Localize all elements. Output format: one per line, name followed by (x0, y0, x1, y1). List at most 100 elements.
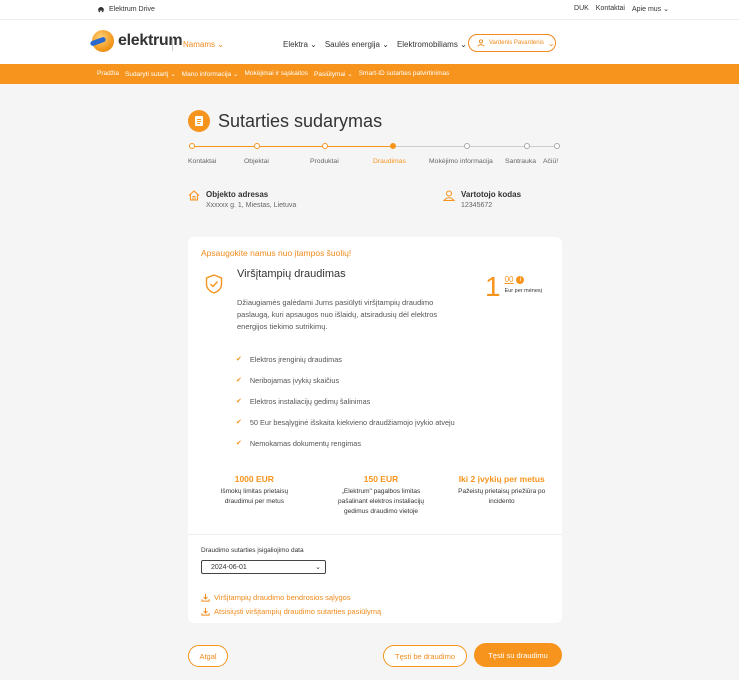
user-icon (443, 190, 455, 201)
duk-link[interactable]: DUK (574, 5, 589, 13)
step-dot-produktai (322, 143, 328, 149)
document-icon (188, 110, 210, 132)
info-icon[interactable]: i (516, 275, 525, 284)
stat-limit: 1000 EUR Išmokų limitas prietaisų draudi… (188, 474, 321, 517)
nav-elektromobiliams[interactable]: Elektromobiliams ⌄ (397, 40, 467, 49)
back-button[interactable]: Atgal (188, 645, 228, 667)
feature-text: Elektros instaliacijų gedimų šalinimas (249, 397, 371, 406)
chevron-down-icon: ⌄ (315, 564, 321, 571)
download-icon (201, 593, 210, 602)
page-header: Sutarties sudarymas (188, 110, 382, 132)
nav-pasiulymai-label: Pasiūlymai (314, 71, 346, 78)
stat-desc: „Elektrum" pagalbos limitas pašalinant e… (338, 488, 424, 515)
nav-mano-label: Mano informacija (181, 71, 232, 78)
nav-mokejimai[interactable]: Mokėjimai ir sąskaitos (244, 70, 308, 78)
address-value: Xxxxxx g. 1, Miestas, Lietuva (206, 202, 297, 209)
check-icon: ✔ (236, 356, 242, 363)
start-date-value: 2024-06-01 (211, 563, 247, 571)
nav-smart-id[interactable]: Smart-ID sutarties patvirtinimas (359, 70, 450, 78)
progress-stepper: Kontaktai Objektai Produktai Draudimas M… (188, 142, 560, 172)
insurance-title: Viršįtampių draudimas (237, 268, 346, 280)
start-date-select[interactable]: 2024-06-01 ⌄ (201, 560, 326, 574)
step-dot-mokejimo (464, 143, 470, 149)
main-nav: Elektra ⌄ Saulės energija ⌄ Elektromobil… (283, 40, 467, 49)
customer-code: Vartotojo kodas 12345672 (443, 190, 521, 209)
nav-pradzia[interactable]: Pradžia (97, 70, 119, 78)
segment-selector[interactable]: Namams ⌄ (183, 40, 224, 49)
insurance-description: Džiaugiamės galėdami Jums pasiūlyti virš… (237, 298, 438, 331)
chevron-down-icon: ⌄ (170, 71, 176, 78)
feature-list: ✔ Elektros įrenginių draudimas ✔ Neribojam… (236, 354, 456, 459)
continue-without-insurance-button[interactable]: Tęsti be draudimo (383, 645, 467, 667)
user-icon (477, 39, 485, 47)
price-block: 1 00 i Eur per mėnesį (485, 273, 542, 301)
feature-text: 50 Eur besąlyginė išskaita kiekvieno dra… (249, 418, 455, 427)
customer-code-label: Vartotojo kodas (461, 190, 522, 199)
insurance-card: Apsaugokite namus nuo įtampos šuolių! Vi… (188, 237, 562, 623)
step-santrauka: Santrauka (505, 158, 536, 165)
check-icon: ✔ (236, 377, 242, 384)
nav-saules-label: Saulės energija (324, 40, 380, 49)
step-produktai: Produktai (310, 158, 339, 165)
coverage-stats: 1000 EUR Išmokų limitas prietaisų draudi… (188, 474, 562, 517)
feature-text: Nemokamas dokumentų rengimas (249, 439, 361, 448)
check-icon: ✔ (236, 419, 242, 426)
about-label: Apie mus (631, 6, 662, 13)
terms-link-text: Viršįtampių draudimo bendrosios sąlygos (214, 593, 351, 602)
list-item: ✔ Neribojamas įvykių skaičius (236, 375, 456, 386)
step-dot-objektai (254, 143, 260, 149)
stat-value: Iki 2 įvykių per metus (458, 474, 545, 484)
stat-value: 150 EUR (363, 474, 399, 484)
stepper-progress (192, 146, 395, 147)
nav-elektromobiliams-label: Elektromobiliams (396, 40, 458, 49)
date-label: Draudimo sutarties įsigaliojimo data (201, 547, 304, 554)
step-kontaktai: Kontaktai (188, 158, 217, 165)
header-divider (172, 37, 173, 51)
page-title: Sutarties sudarymas (218, 110, 383, 131)
download-icon (201, 607, 210, 616)
home-icon (188, 190, 200, 201)
step-aciu: Ačiū! (543, 158, 559, 165)
section-nav: Pradžia Sudaryti sutartį ⌄ Mano informac… (0, 64, 739, 84)
elektrum-drive-label: Elektrum Drive (109, 5, 155, 13)
contacts-link[interactable]: Kontaktai (596, 5, 625, 13)
price-whole: 1 (485, 271, 501, 302)
stat-help-limit: 150 EUR „Elektrum" pagalbos limitas paša… (321, 474, 442, 517)
about-link[interactable]: Apie mus ⌄ (632, 5, 669, 13)
step-mokejimo-informacija: Mokėjimo informacija (429, 158, 493, 165)
feature-text: Elektros įrenginių draudimas (249, 355, 342, 364)
utility-links: DUK Kontaktai Apie mus ⌄ (574, 5, 669, 13)
stat-value: 1000 EUR (234, 474, 274, 484)
nav-pasiulymai[interactable]: Pasiūlymai ⌄ (314, 70, 353, 78)
chevron-down-icon: ⌄ (460, 40, 467, 49)
continue-with-insurance-button[interactable]: Tęsti su draudimu (474, 643, 562, 667)
elektrum-logo[interactable]: elektrum (92, 30, 183, 52)
stat-desc: Pažeistų prietaisų priežiūra po incident… (458, 488, 546, 505)
nav-mano-informacija[interactable]: Mano informacija ⌄ (182, 70, 239, 78)
nav-sudaryti-sutarti[interactable]: Sudaryti sutartį ⌄ (125, 70, 176, 78)
main-header: elektrum Namams ⌄ Elektra ⌄ Saulės energ… (0, 20, 739, 64)
check-icon: ✔ (236, 398, 242, 405)
card-divider (188, 534, 562, 535)
price-cents: 00 (504, 275, 514, 284)
chevron-down-icon: ⌄ (663, 6, 669, 13)
address-label: Objekto adresas (206, 190, 269, 199)
list-item: ✔ Elektros instaliacijų gedimų šalinimas (236, 396, 456, 407)
feature-text: Neribojamas įvykių skaičius (249, 376, 340, 385)
chevron-down-icon: ⌄ (547, 38, 555, 48)
nav-elektra[interactable]: Elektra ⌄ (283, 40, 317, 49)
chevron-down-icon: ⌄ (232, 71, 239, 78)
list-item: ✔ Elektros įrenginių draudimas (236, 354, 456, 365)
nav-saules-energija[interactable]: Saulės energija ⌄ (325, 40, 389, 49)
elektrum-drive-link[interactable]: Elektrum Drive (97, 5, 155, 13)
step-draudimas: Draudimas (373, 158, 406, 165)
terms-download-link[interactable]: Viršįtampių draudimo bendrosios sąlygos (201, 593, 381, 602)
card-subhead: Apsaugokite namus nuo įtampos šuolių! (201, 248, 352, 258)
user-name: Vardenis Pavardenis (489, 40, 544, 46)
chevron-down-icon: ⌄ (347, 71, 353, 78)
offer-download-link[interactable]: Atsisiųsti viršįtampių draudimo sutartie… (201, 607, 381, 616)
user-menu-button[interactable]: Vardenis Pavardenis ⌄ (468, 34, 556, 52)
nav-sudaryti-label: Sudaryti sutartį (125, 71, 169, 78)
chevron-down-icon: ⌄ (217, 40, 224, 49)
shield-check-icon (205, 274, 223, 294)
